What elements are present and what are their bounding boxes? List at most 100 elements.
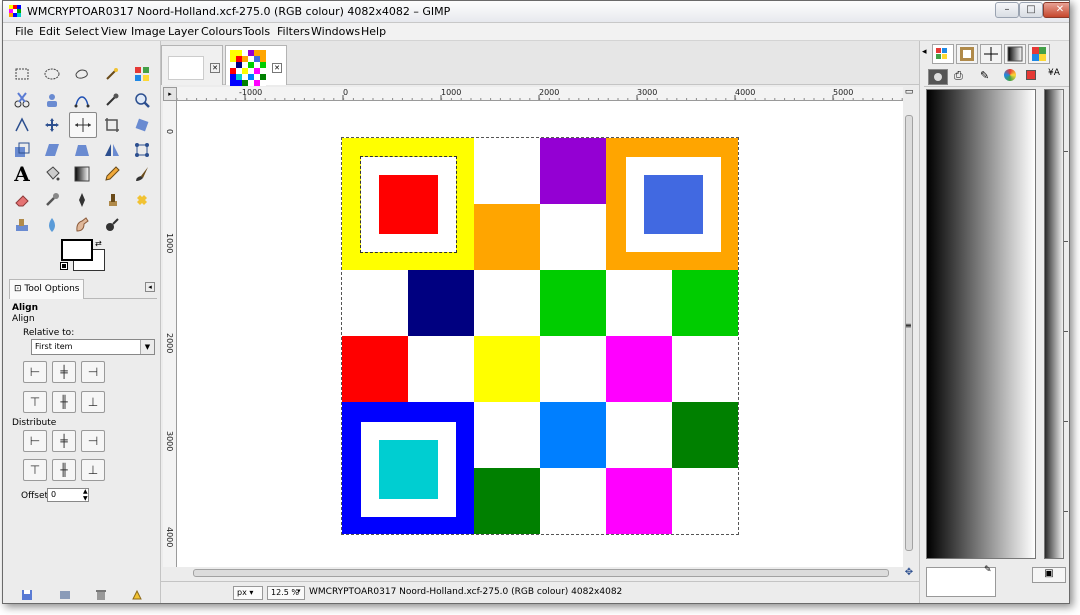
tab-layers[interactable] xyxy=(980,44,1002,64)
align-center-button[interactable]: ╪ xyxy=(52,361,76,383)
horizontal-scrollbar[interactable] xyxy=(177,567,903,579)
save-options-icon[interactable] xyxy=(21,589,35,601)
menu-edit[interactable]: Edit xyxy=(39,25,60,38)
distribute-bottom-button[interactable]: ⊥ xyxy=(81,459,105,481)
printer-icon[interactable]: ⎙ xyxy=(954,69,963,83)
align-right-button[interactable]: ⊣ xyxy=(81,361,105,383)
maximize-button[interactable]: □ xyxy=(1019,2,1043,18)
rect-select-icon[interactable] xyxy=(11,63,33,85)
clone-icon[interactable] xyxy=(101,189,123,211)
foreground-select-icon[interactable] xyxy=(41,89,63,111)
scale-icon[interactable] xyxy=(11,139,33,161)
heal-icon[interactable] xyxy=(131,189,153,211)
gradient-preview[interactable] xyxy=(926,89,1036,559)
color-wheel-icon[interactable] xyxy=(1004,69,1016,81)
menu-select[interactable]: Select xyxy=(65,25,99,38)
tab-brushes[interactable] xyxy=(956,44,978,64)
perspective-icon[interactable] xyxy=(71,139,93,161)
distribute-right-button[interactable]: ⊣ xyxy=(81,430,105,452)
relative-to-select[interactable]: First item ▼ xyxy=(31,339,155,355)
channels-icon[interactable]: ¥A xyxy=(1048,68,1060,78)
menu-colours[interactable]: Colours xyxy=(201,25,242,38)
horizontal-ruler[interactable]: -1000 0 1000 2000 3000 4000 5000 xyxy=(177,87,903,101)
edit-gradient-icon[interactable]: ✎ xyxy=(984,565,992,575)
smudge-icon[interactable] xyxy=(71,214,93,236)
align-top-button[interactable]: ⊤ xyxy=(23,391,47,413)
bucket-fill-icon[interactable] xyxy=(41,163,63,185)
measure-icon[interactable] xyxy=(11,114,33,136)
scissors-icon[interactable] xyxy=(11,89,33,111)
unit-select[interactable]: px ▾ xyxy=(233,586,263,600)
delete-options-icon[interactable] xyxy=(95,589,109,601)
image-tab-checker[interactable]: ✕ xyxy=(225,45,287,86)
vertical-ruler[interactable]: 0 1000 2000 3000 4000 xyxy=(163,101,177,567)
new-gradient-button[interactable]: ▣ xyxy=(1032,567,1066,583)
fg-bg-colors[interactable]: ⇄ xyxy=(60,239,105,271)
tab-tool-options[interactable]: ⊡ Tool Options xyxy=(9,279,85,299)
distribute-left-button[interactable]: ⊢ xyxy=(23,430,47,452)
vertical-scroll-thumb[interactable] xyxy=(905,115,913,551)
tab-tool-presets[interactable] xyxy=(928,69,948,85)
align-icon[interactable] xyxy=(69,112,97,138)
close-icon[interactable]: ✕ xyxy=(272,63,282,73)
color-picker-icon[interactable] xyxy=(101,89,123,111)
distribute-center-button[interactable]: ╪ xyxy=(52,430,76,452)
foreground-color-swatch[interactable] xyxy=(61,239,93,261)
tab-gradients[interactable] xyxy=(1004,44,1026,64)
move-icon[interactable] xyxy=(41,114,63,136)
fuzzy-select-icon[interactable] xyxy=(101,63,123,85)
swap-colors-icon[interactable]: ⇄ xyxy=(95,239,102,248)
menu-tools[interactable]: Tools xyxy=(243,25,270,38)
flip-icon[interactable] xyxy=(101,139,123,161)
image-tab-blank[interactable]: ✕ xyxy=(161,45,223,85)
shear-icon[interactable] xyxy=(41,139,63,161)
align-left-button[interactable]: ⊢ xyxy=(23,361,47,383)
close-icon[interactable]: ✕ xyxy=(210,63,220,73)
brush-icon[interactable]: ✎ xyxy=(980,69,989,82)
horizontal-scroll-thumb[interactable] xyxy=(193,569,889,577)
color-select-icon[interactable] xyxy=(131,63,153,85)
ruler-corner[interactable]: ▸ xyxy=(163,87,177,101)
menu-layer[interactable]: Layer xyxy=(168,25,199,38)
navigate-icon[interactable]: ✥ xyxy=(903,567,915,579)
cage-icon[interactable] xyxy=(131,139,153,161)
reset-colors-icon[interactable] xyxy=(60,262,68,270)
gradient-list[interactable] xyxy=(1044,89,1064,559)
airbrush-icon[interactable] xyxy=(41,189,63,211)
menu-image[interactable]: Image xyxy=(131,25,165,38)
align-middle-button[interactable]: ╫ xyxy=(52,391,76,413)
menu-help[interactable]: Help xyxy=(361,25,386,38)
blend-icon[interactable] xyxy=(71,163,93,185)
free-select-icon[interactable] xyxy=(71,63,93,85)
blur-icon[interactable] xyxy=(41,214,63,236)
zoom-toggle-icon[interactable]: ▭ xyxy=(903,87,915,101)
reset-options-icon[interactable] xyxy=(131,589,145,601)
menu-file[interactable]: File xyxy=(15,25,33,38)
pencil-icon[interactable] xyxy=(101,163,123,185)
vertical-scrollbar[interactable]: ≡ xyxy=(903,101,915,567)
minimize-button[interactable]: – xyxy=(995,2,1019,18)
crop-icon[interactable] xyxy=(101,114,123,136)
dock-menu-icon[interactable]: ◂ xyxy=(922,47,927,57)
text-icon[interactable]: A xyxy=(11,162,33,186)
image-layer[interactable] xyxy=(341,137,739,535)
zoom-icon[interactable] xyxy=(131,89,153,111)
zoom-dropdown-icon[interactable]: ▾ xyxy=(297,587,301,595)
menu-windows[interactable]: Windows xyxy=(311,25,360,38)
align-bottom-button[interactable]: ⊥ xyxy=(81,391,105,413)
paintbrush-icon[interactable] xyxy=(131,163,153,185)
tab-palettes[interactable] xyxy=(1028,44,1050,64)
paths-icon[interactable] xyxy=(71,89,93,111)
tab-patterns[interactable] xyxy=(932,44,954,64)
tab-menu-icon[interactable]: ◂ xyxy=(145,282,155,292)
dodge-burn-icon[interactable] xyxy=(101,214,123,236)
perspective-clone-icon[interactable] xyxy=(11,214,33,236)
rotate-icon[interactable] xyxy=(131,114,153,136)
menu-view[interactable]: View xyxy=(101,25,127,38)
distribute-top-button[interactable]: ⊤ xyxy=(23,459,47,481)
close-button[interactable]: ✕ xyxy=(1043,2,1069,18)
fonts-icon[interactable] xyxy=(1026,70,1036,80)
ink-icon[interactable] xyxy=(71,189,93,211)
menu-filters[interactable]: Filters xyxy=(277,25,310,38)
distribute-middle-button[interactable]: ╫ xyxy=(52,459,76,481)
